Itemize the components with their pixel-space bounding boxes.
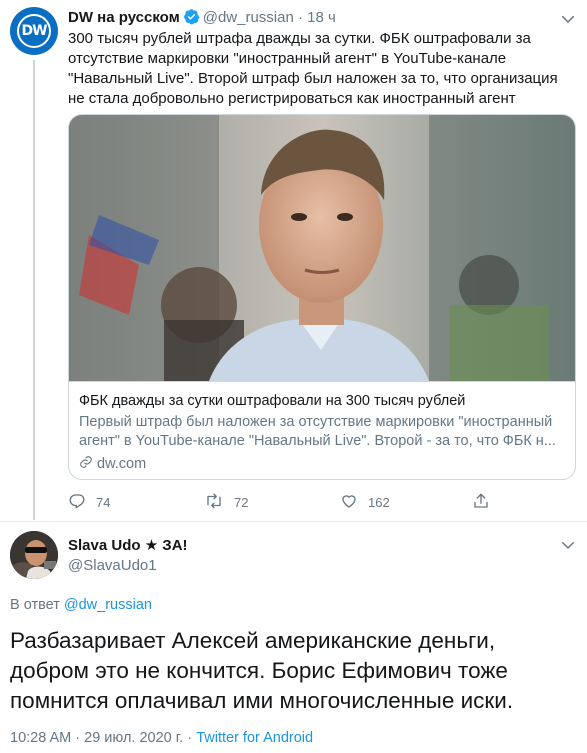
tweet-divider — [0, 521, 587, 522]
reply-prefix: В ответ — [10, 597, 60, 613]
retweet-count: 72 — [234, 495, 249, 510]
card-description: Первый штраф был наложен за отсутствие м… — [79, 414, 556, 449]
chevron-down-icon[interactable] — [559, 536, 577, 554]
retweet-button[interactable]: 72 — [204, 492, 248, 513]
share-button[interactable] — [472, 492, 490, 513]
slava-avatar[interactable] — [10, 531, 58, 579]
source-link[interactable]: Twitter for Android — [196, 730, 313, 746]
dw-avatar-logo: DW — [17, 14, 51, 48]
like-button[interactable]: 162 — [340, 492, 390, 513]
author-handle[interactable]: @dw_russian — [203, 9, 294, 26]
tweet-actions: 74 72 162 — [68, 492, 498, 512]
link-icon — [79, 455, 93, 473]
reply-context: В ответ @dw_russian — [10, 597, 152, 613]
reply-timestamp[interactable]: 10:28 AM · 29 июл. 2020 г. · — [10, 730, 192, 746]
card-domain: dw.com — [79, 455, 565, 473]
reply-icon — [68, 492, 86, 513]
reply-tweet-meta: 10:28 AM · 29 июл. 2020 г. · Twitter for… — [10, 730, 313, 746]
verified-badge-icon — [183, 8, 200, 29]
link-card[interactable]: ФБК дважды за сутки оштрафовали на 300 т… — [68, 114, 576, 480]
tweet-text: 300 тысяч рублей штрафа дважды за сутки.… — [68, 30, 558, 107]
thread-line — [33, 60, 35, 520]
card-image — [69, 115, 575, 381]
card-title: ФБК дважды за сутки оштрафовали на 300 т… — [79, 393, 466, 409]
dw-avatar[interactable]: DW — [10, 7, 58, 55]
dot-separator: · — [298, 9, 303, 26]
like-count: 162 — [368, 495, 390, 510]
tweet-time[interactable]: 18 ч — [307, 9, 336, 26]
card-domain-text: dw.com — [97, 456, 147, 472]
card-body: ФБК дважды за сутки оштрафовали на 300 т… — [69, 381, 575, 473]
retweet-icon — [204, 492, 224, 513]
reply-author-handle[interactable]: @SlavaUdo1 — [68, 557, 157, 574]
like-icon — [340, 492, 358, 513]
reply-author-name[interactable]: Slava Udo ★ ЗА! — [68, 536, 188, 554]
original-tweet[interactable]: DW DW на русском @dw_russian · 18 ч 300 т… — [0, 0, 587, 520]
reply-button[interactable]: 74 — [68, 492, 110, 513]
share-icon — [472, 492, 490, 513]
reply-tweet-text: Разбазаривает Алексей американские деньг… — [10, 628, 514, 713]
author-name[interactable]: DW на русском — [68, 9, 180, 26]
chevron-down-icon[interactable] — [559, 10, 577, 28]
reply-to-link[interactable]: @dw_russian — [64, 597, 152, 613]
tweet-header: DW на русском @dw_russian · 18 ч — [68, 8, 336, 29]
reply-count: 74 — [96, 495, 111, 510]
